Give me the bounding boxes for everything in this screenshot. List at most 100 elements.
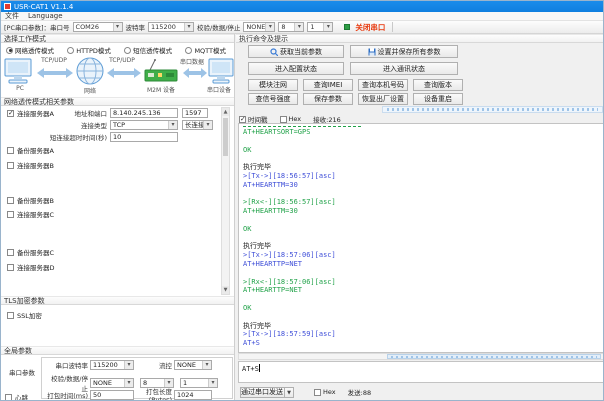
port-open-status-icon xyxy=(344,24,350,30)
server-address-input[interactable]: 8.140.245.136 xyxy=(110,108,178,118)
hex-option[interactable]: Hex xyxy=(280,115,302,123)
work-mode-radio-group: 网络透传模式 HTTPD模式 短信透传模式 MQTT模式 xyxy=(1,45,234,55)
conn-type-label: 连接类型 xyxy=(41,120,107,130)
command-button[interactable]: 查信号强度 xyxy=(248,93,298,105)
short-conn-timeout-input[interactable]: 10 xyxy=(110,132,178,142)
heartbeat-row[interactable]: 心跳 xyxy=(5,392,28,401)
net-params-content: 连接服务器A 地址和端口 8.140.245.136 1597 连接类型 TCP… xyxy=(1,106,234,296)
ssl-checkbox[interactable] xyxy=(7,312,14,319)
command-button[interactable]: 模块注网 xyxy=(248,79,298,91)
command-button[interactable]: 设备重启 xyxy=(413,93,463,105)
send-hex-option[interactable]: Hex xyxy=(314,388,336,396)
scrollbar-thumb[interactable] xyxy=(223,118,228,156)
server-b-row[interactable]: 连接服务器B xyxy=(7,160,54,170)
pack-time-input[interactable]: 50 xyxy=(90,390,134,400)
progress-dots xyxy=(387,108,598,111)
server-b-checkbox[interactable] xyxy=(7,162,14,169)
query-buttons-grid: 模块注网 查询IMEI 查询本机号码 查询版本 查信号强度 保存参数 恢复出厂设… xyxy=(248,79,470,105)
send-hex-checkbox[interactable] xyxy=(314,389,321,396)
server-c-row[interactable]: 连接服务器C xyxy=(7,209,54,219)
enter-config-button[interactable]: 进入配置状态 xyxy=(248,62,344,75)
heartbeat-checkbox[interactable] xyxy=(5,394,12,401)
conn-type-combo[interactable]: TCP xyxy=(110,120,178,130)
menu-language[interactable]: Language xyxy=(28,12,63,20)
global-section-title: 全局参数 xyxy=(1,346,234,355)
serial-data-arrow xyxy=(183,68,207,78)
work-mode-radio[interactable]: 短信透传模式 xyxy=(124,45,172,55)
close-port-button[interactable]: 关闭串口 xyxy=(355,22,385,33)
timestamp-checkbox[interactable] xyxy=(239,116,246,123)
command-button[interactable]: 恢复出厂设置 xyxy=(358,93,408,105)
progress-scrollbar[interactable] xyxy=(382,106,603,113)
work-mode-radio[interactable]: HTTPD模式 xyxy=(67,45,111,55)
server-port-input[interactable]: 1597 xyxy=(182,108,208,118)
tcp-udp-label-1: TCP/UDP xyxy=(33,57,75,64)
send-via-serial-button[interactable]: 通过串口发送 ▼ xyxy=(240,387,294,398)
pc-serial-port-label: [PC串口参数]：串口号 xyxy=(4,22,70,32)
window-title: USR-CAT1 V1.1.4 xyxy=(14,3,73,11)
log-line: AT+HEARTTP=NET xyxy=(243,260,603,269)
h-scrollbar-thumb[interactable] xyxy=(387,354,601,359)
global-params-content: 串口参数 串口波特率 115200 流控 NONE 校验/数据/停止 NONE … xyxy=(1,355,234,401)
server-c-checkbox[interactable] xyxy=(7,211,14,218)
server-d-row[interactable]: 连接服务器D xyxy=(7,262,55,272)
log-line: AT+HEARTTM=30 xyxy=(243,181,603,190)
m2m-device-label: M2M 设备 xyxy=(139,85,183,94)
baud-combo[interactable]: 115200 xyxy=(148,22,194,32)
command-button[interactable]: 保存参数 xyxy=(303,93,353,105)
server-a-checkbox[interactable] xyxy=(7,110,14,117)
tcp-udp-arrow-1 xyxy=(37,68,73,78)
server-c-label: 连接服务器C xyxy=(17,209,54,219)
pc-icon xyxy=(4,58,36,85)
radio-icon xyxy=(6,47,13,54)
stopbits-combo[interactable]: 1 xyxy=(307,22,333,32)
command-button[interactable]: 查询本机号码 xyxy=(358,79,408,91)
keep-alive-combo[interactable]: 长连接 xyxy=(182,120,213,130)
set-save-params-label: 设置并保存所有参数 xyxy=(378,47,441,57)
command-button[interactable]: 查询IMEI xyxy=(303,79,353,91)
set-save-params-button[interactable]: 设置并保存所有参数 xyxy=(350,45,458,58)
send-input-value: AT+S xyxy=(242,365,259,373)
scroll-down-icon[interactable]: ▼ xyxy=(222,286,229,294)
backup-server-c-row[interactable]: 备份服务器C xyxy=(7,247,54,257)
net-params-scrollbar[interactable]: ▲ ▼ xyxy=(221,107,230,295)
enter-comm-button[interactable]: 进入通讯状态 xyxy=(350,62,458,75)
network-label: 网络 xyxy=(75,86,105,95)
port-combo[interactable]: COM26 xyxy=(73,22,123,32)
work-mode-radio[interactable]: MQTT模式 xyxy=(185,45,226,55)
log-horizontal-scrollbar[interactable] xyxy=(238,353,604,360)
hex-checkbox[interactable] xyxy=(280,116,287,123)
serial-toolbar: [PC串口参数]：串口号 COM26 波特率 115200 校验/数据/停止 N… xyxy=(1,21,603,34)
backup-server-a-checkbox[interactable] xyxy=(7,147,14,154)
tcp-udp-label-2: TCP/UDP xyxy=(103,57,141,64)
get-params-button[interactable]: 获取当前参数 xyxy=(248,45,344,58)
work-mode-radio[interactable]: 网络透传模式 xyxy=(6,45,54,55)
backup-server-b-checkbox[interactable] xyxy=(7,197,14,204)
g-flow-combo[interactable]: NONE xyxy=(174,360,212,370)
scroll-up-icon[interactable]: ▲ xyxy=(222,108,229,116)
backup-server-a-row[interactable]: 备份服务器A xyxy=(7,145,54,155)
menu-file[interactable]: 文件 xyxy=(5,11,19,21)
send-row: 通过串口发送 ▼ Hex 发送:88 xyxy=(238,386,604,398)
app-window: USR-CAT1 V1.1.4 文件 Language [PC串口参数]：串口号… xyxy=(0,0,604,401)
addr-port-label: 地址和端口 xyxy=(41,108,107,118)
send-command-input[interactable]: AT+S xyxy=(238,361,604,383)
backup-server-c-checkbox[interactable] xyxy=(7,249,14,256)
databits-combo[interactable]: 8 xyxy=(278,22,304,32)
parity-combo[interactable]: NONE xyxy=(243,22,275,32)
clipped-log-line xyxy=(243,125,361,127)
g-baud-combo[interactable]: 115200 xyxy=(90,360,134,370)
log-line: >[Tx->][18:57:59][asc] xyxy=(243,330,603,339)
send-dropdown-icon[interactable]: ▼ xyxy=(284,388,293,397)
server-d-checkbox[interactable] xyxy=(7,264,14,271)
command-button[interactable]: 查询版本 xyxy=(413,79,463,91)
get-params-label: 获取当前参数 xyxy=(280,47,322,57)
receive-log-area[interactable]: AT+HEARTSORT=GPS OK 执行完毕 >[Tx->][18:56:5… xyxy=(238,123,604,353)
backup-server-b-row[interactable]: 备份服务器B xyxy=(7,195,54,205)
left-config-panel: 选择工作模式 网络透传模式 HTTPD模式 短 xyxy=(1,34,235,401)
log-line: AT+S xyxy=(243,339,603,348)
net-params-section-title: 网络透传模式相关参数 xyxy=(1,97,234,106)
pack-len-input[interactable]: 1024 xyxy=(174,390,212,400)
ssl-row[interactable]: SSL加密 xyxy=(7,310,42,320)
pc-label: PC xyxy=(4,85,36,92)
